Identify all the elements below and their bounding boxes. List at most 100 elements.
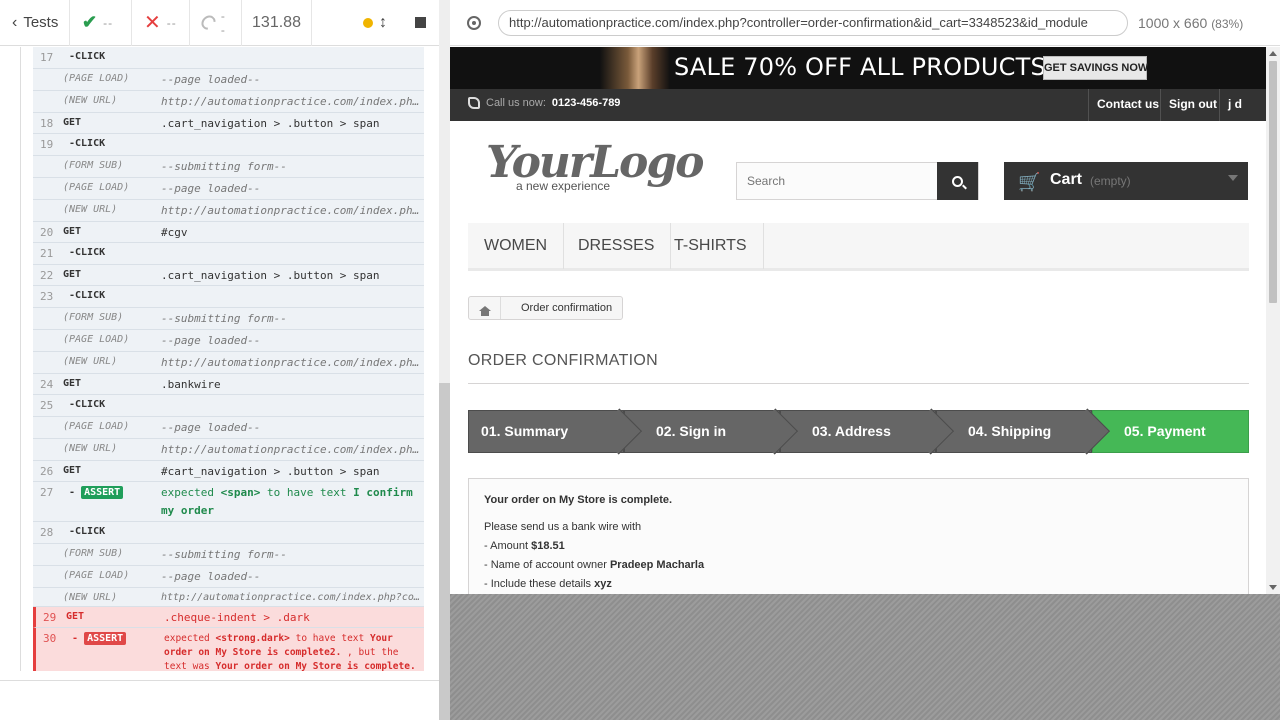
command-row[interactable]: (FORM SUB) --submitting form-- [33,156,424,178]
step-label: 02. Sign in [656,423,727,439]
checkout-steps: 01. Summary 02. Sign in 03. Address 04. … [468,408,1249,455]
command-name: -CLICK [69,526,106,537]
owner-label: - Name of account owner [484,559,607,571]
command-message: --submitting form-- [161,548,287,561]
command-row[interactable]: (PAGE LOAD) --page loaded-- [33,69,424,91]
command-row[interactable]: (NEW URL) http://automationpractice.com/… [33,91,424,113]
assert-verb: to have text [295,633,365,644]
aut-iframe: SALE 70% OFF ALL PRODUCTS GET SAVINGS NO… [450,47,1280,594]
reporter-panel: ‹ Tests ✔ -- ✕ -- -- 131.88 ↕ 17 -CLICK … [0,0,440,720]
store-logo[interactable]: YourLogo a new experience [486,137,705,197]
menu-item-women[interactable]: WOMEN [468,223,565,269]
command-row[interactable]: (PAGE LOAD) --page loaded-- [33,330,424,352]
assert-expected: expected [161,486,214,499]
command-row[interactable]: 24 GET .bankwire [33,374,424,395]
command-row[interactable]: 25 -CLICK [33,395,424,417]
command-message: #cgv [161,226,188,239]
menu-item-tshirts[interactable]: T-SHIRTS [658,223,764,269]
amount-label: - Amount [484,540,529,552]
step-shipping[interactable]: 04. Shipping [936,408,1110,455]
command-name: (NEW URL) [63,592,118,603]
command-number: 29 [43,611,57,624]
command-number: 20 [40,226,54,239]
phone-info: Call us now: 0123-456-789 [468,97,620,109]
scroll-down-icon[interactable] [1269,585,1277,590]
command-message: --submitting form-- [161,160,287,173]
command-message: --page loaded-- [161,334,261,347]
command-message: #cart_navigation > .button > span [161,465,380,478]
reporter-scrollbar-thumb[interactable] [439,383,450,720]
step-address[interactable]: 03. Address [780,408,954,455]
failed-count: ✕ -- [132,0,190,46]
panel-resizer[interactable] [439,0,450,720]
command-row[interactable]: 20 GET #cgv [33,222,424,243]
promo-banner[interactable]: SALE 70% OFF ALL PRODUCTS GET SAVINGS NO… [450,47,1266,89]
command-row[interactable]: 21 -CLICK [33,243,424,265]
url-bar[interactable]: http://automationpractice.com/index.php?… [498,9,1128,36]
failed-assert-row[interactable]: 30 - ASSERT expected <strong.dark> to ha… [33,628,424,671]
passed-count: ✔ -- [70,0,132,46]
command-row[interactable]: 28 -CLICK [33,522,424,544]
assert-badge: ASSERT [81,486,124,499]
command-row[interactable]: 17 -CLICK [33,47,424,69]
tests-button[interactable]: ‹ Tests [0,0,70,46]
search-form [736,162,979,200]
command-message: .cheque-indent > .dark [164,611,310,624]
cart-button[interactable]: 🛒 Cart (empty) [1004,162,1248,200]
command-message: http://automationpractice.com/index.php?… [161,592,423,603]
command-row[interactable]: (NEW URL) http://automationpractice.com/… [33,588,424,607]
command-row[interactable]: (NEW URL) http://automationpractice.com/… [33,200,424,222]
command-number: 23 [40,290,54,303]
bank-wire-text: Please send us a bank wire with [484,521,642,533]
search-input[interactable] [737,163,939,199]
command-dash: - [72,633,79,644]
assert-row[interactable]: 27 - ASSERT expected <span> to have text… [33,482,424,522]
home-link[interactable] [469,297,501,319]
command-row[interactable]: 26 GET #cart_navigation > .button > span [33,461,424,482]
call-label: Call us now: [486,97,546,109]
command-row[interactable]: (FORM SUB) --submitting form-- [33,544,424,566]
command-name: GET [66,611,85,622]
assert-subject: <span> [220,486,261,499]
cart-icon: 🛒 [1018,172,1041,192]
assert-message: expected <span> to have text I confirm m… [161,484,423,520]
sign-out-link[interactable]: Sign out [1160,89,1225,121]
command-number: 26 [40,465,54,478]
command-row[interactable]: 18 GET .cart_navigation > .button > span [33,113,424,134]
get-savings-button[interactable]: GET SAVINGS NOW [1043,56,1148,80]
autoscroll-toggle[interactable]: ↕ [363,14,387,32]
aut-scrollbar-thumb[interactable] [1269,61,1277,303]
aut-scrollbar[interactable] [1266,47,1280,594]
command-message: --submitting form-- [161,312,287,325]
menu-item-dresses[interactable]: DRESSES [562,223,672,269]
step-payment[interactable]: 05. Payment [1092,410,1249,453]
command-row[interactable]: (PAGE LOAD) --page loaded-- [33,178,424,200]
command-name: -CLICK [69,247,106,258]
command-row[interactable]: (PAGE LOAD) --page loaded-- [33,566,424,588]
command-row[interactable]: 22 GET .cart_navigation > .button > span [33,265,424,286]
command-message: --page loaded-- [161,421,261,434]
command-row[interactable]: (NEW URL) http://automationpractice.com/… [33,352,424,374]
command-name: (PAGE LOAD) [63,570,130,581]
viewport-info[interactable]: 1000 x 660 (83%) [1138,15,1243,31]
scroll-up-icon[interactable] [1269,51,1277,56]
failed-command-row[interactable]: 29 GET .cheque-indent > .dark [33,607,424,628]
command-row[interactable]: 23 -CLICK [33,286,424,308]
command-row[interactable]: (NEW URL) http://automationpractice.com/… [33,439,424,461]
step-sign-in[interactable]: 02. Sign in [624,408,798,455]
search-button[interactable] [937,162,978,200]
command-message: http://automationpractice.com/index.php?… [161,443,423,456]
contact-us-link[interactable]: Contact us [1088,89,1167,121]
banner-model-image [600,47,670,89]
account-link[interactable]: j d [1219,89,1250,121]
stop-icon[interactable] [415,17,426,28]
selector-playground-button[interactable] [450,0,498,46]
command-log: 17 -CLICK (PAGE LOAD) --page loaded-- (N… [20,47,424,671]
step-summary[interactable]: 01. Summary [468,408,642,455]
step-label: 05. Payment [1124,423,1206,439]
command-row[interactable]: (FORM SUB) --submitting form-- [33,308,424,330]
command-name: GET [63,117,82,128]
command-row[interactable]: 19 -CLICK [33,134,424,156]
command-number: 17 [40,51,54,64]
command-row[interactable]: (PAGE LOAD) --page loaded-- [33,417,424,439]
